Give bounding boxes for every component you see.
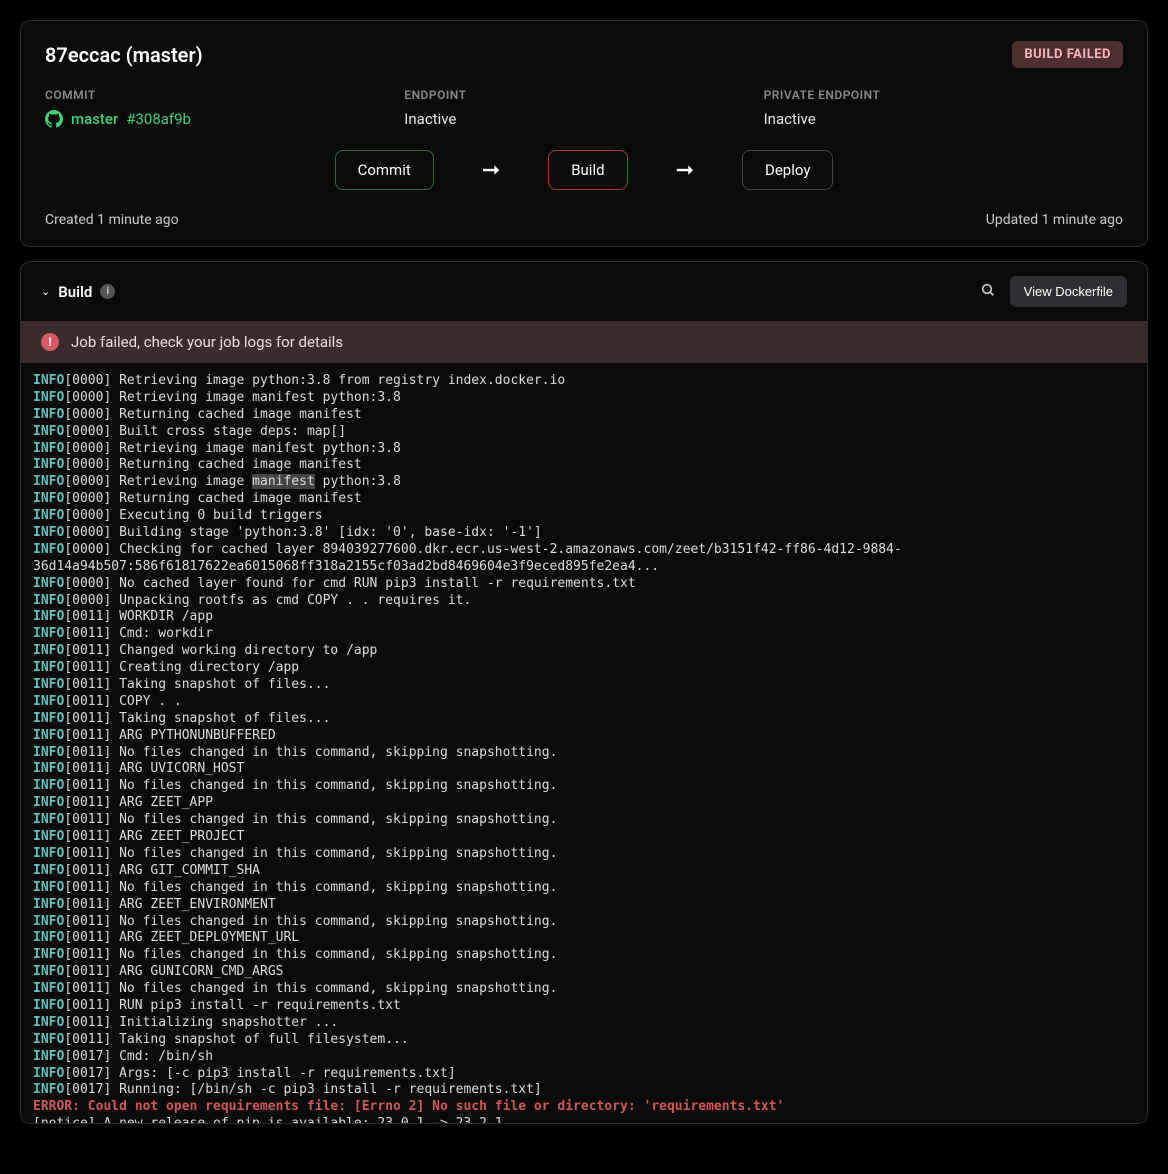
log-line: INFO[0000] Unpacking rootfs as cmd COPY … (33, 593, 1135, 610)
log-line: INFO[0011] Creating directory /app (33, 660, 1135, 677)
commit-link[interactable]: master #308af9b (45, 110, 404, 128)
alert-bar: ! Job failed, check your job logs for de… (21, 321, 1147, 363)
log-title: Build (58, 283, 92, 301)
created-time: Created 1 minute ago (45, 212, 179, 228)
log-line: INFO[0000] Retrieving image python:3.8 f… (33, 373, 1135, 390)
log-line: INFO[0011] WORKDIR /app (33, 609, 1135, 626)
commit-hash: #308af9b (126, 110, 191, 128)
log-line: INFO[0000] Executing 0 build triggers (33, 508, 1135, 525)
arrow-icon: ➞ (676, 158, 694, 183)
log-line: INFO[0011] Taking snapshot of files... (33, 677, 1135, 694)
status-badge: BUILD FAILED (1012, 41, 1123, 68)
github-icon (45, 110, 63, 128)
private-endpoint-value: Inactive (764, 110, 1123, 128)
log-line: INFO[0000] Retrieving image manifest pyt… (33, 390, 1135, 407)
log-line: INFO[0011] No files changed in this comm… (33, 914, 1135, 931)
log-line: INFO[0011] Taking snapshot of full files… (33, 1032, 1135, 1049)
log-line: INFO[0011] No files changed in this comm… (33, 880, 1135, 897)
log-line: INFO[0011] ARG GIT_COMMIT_SHA (33, 863, 1135, 880)
info-icon[interactable]: i (100, 284, 115, 299)
log-line: INFO[0000] Returning cached image manife… (33, 407, 1135, 424)
log-line: INFO[0011] RUN pip3 install -r requireme… (33, 998, 1135, 1015)
log-line: INFO[0011] ARG ZEET_APP (33, 795, 1135, 812)
log-line: INFO[0000] Building stage 'python:3.8' [… (33, 525, 1135, 542)
endpoint-value: Inactive (404, 110, 763, 128)
log-line: INFO[0011] No files changed in this comm… (33, 745, 1135, 762)
deployment-title: 87eccac (master) (45, 43, 203, 67)
search-icon[interactable] (980, 282, 996, 302)
log-line: INFO[0017] Args: [-c pip3 install -r req… (33, 1066, 1135, 1083)
arrow-icon: ➞ (482, 158, 500, 183)
log-output[interactable]: INFO[0000] Retrieving image python:3.8 f… (21, 363, 1147, 1123)
log-line: INFO[0000] Built cross stage deps: map[] (33, 424, 1135, 441)
log-panel: ⌄ Build i View Dockerfile ! Job failed, … (20, 261, 1148, 1124)
log-line: INFO[0011] Changed working directory to … (33, 643, 1135, 660)
log-line: INFO[0017] Running: [/bin/sh -c pip3 ins… (33, 1082, 1135, 1099)
stage-deploy[interactable]: Deploy (742, 150, 833, 190)
log-line: INFO[0011] Cmd: workdir (33, 626, 1135, 643)
log-line: ERROR: Could not open requirements file:… (33, 1099, 1135, 1116)
stage-commit[interactable]: Commit (335, 150, 434, 190)
log-line: INFO[0011] Taking snapshot of files... (33, 711, 1135, 728)
log-line: INFO[0011] ARG PYTHONUNBUFFERED (33, 728, 1135, 745)
log-line: INFO[0011] ARG ZEET_ENVIRONMENT (33, 897, 1135, 914)
private-endpoint-label: PRIVATE ENDPOINT (764, 88, 1123, 102)
log-line: INFO[0000] Returning cached image manife… (33, 457, 1135, 474)
endpoint-label: ENDPOINT (404, 88, 763, 102)
branch-name: master (71, 110, 118, 128)
log-line: INFO[0011] ARG UVICORN_HOST (33, 761, 1135, 778)
log-line: INFO[0011] No files changed in this comm… (33, 778, 1135, 795)
deployment-header: 87eccac (master) BUILD FAILED COMMIT mas… (20, 20, 1148, 247)
log-line: INFO[0011] ARG ZEET_DEPLOYMENT_URL (33, 930, 1135, 947)
updated-time: Updated 1 minute ago (986, 212, 1123, 228)
log-line: INFO[0011] COPY . . (33, 694, 1135, 711)
log-line: INFO[0011] ARG GUNICORN_CMD_ARGS (33, 964, 1135, 981)
log-line: INFO[0011] No files changed in this comm… (33, 812, 1135, 829)
log-line: INFO[0000] Retrieving image manifest pyt… (33, 474, 1135, 491)
stage-row: Commit ➞ Build ➞ Deploy (45, 150, 1123, 190)
log-line: INFO[0011] No files changed in this comm… (33, 846, 1135, 863)
log-line: [notice] A new release of pip is availab… (33, 1116, 1135, 1123)
stage-build[interactable]: Build (548, 150, 627, 190)
error-icon: ! (41, 333, 59, 351)
log-line: INFO[0011] Initializing snapshotter ... (33, 1015, 1135, 1032)
log-line: INFO[0000] No cached layer found for cmd… (33, 576, 1135, 593)
alert-text: Job failed, check your job logs for deta… (71, 333, 343, 351)
log-line: INFO[0000] Retrieving image manifest pyt… (33, 441, 1135, 458)
commit-label: COMMIT (45, 88, 404, 102)
log-line: INFO[0017] Cmd: /bin/sh (33, 1049, 1135, 1066)
log-line: INFO[0011] No files changed in this comm… (33, 981, 1135, 998)
log-line: INFO[0000] Returning cached image manife… (33, 491, 1135, 508)
view-dockerfile-button[interactable]: View Dockerfile (1010, 276, 1127, 307)
chevron-down-icon[interactable]: ⌄ (41, 285, 50, 298)
log-line: INFO[0000] Checking for cached layer 894… (33, 542, 1135, 576)
log-line: INFO[0011] No files changed in this comm… (33, 947, 1135, 964)
log-line: INFO[0011] ARG ZEET_PROJECT (33, 829, 1135, 846)
